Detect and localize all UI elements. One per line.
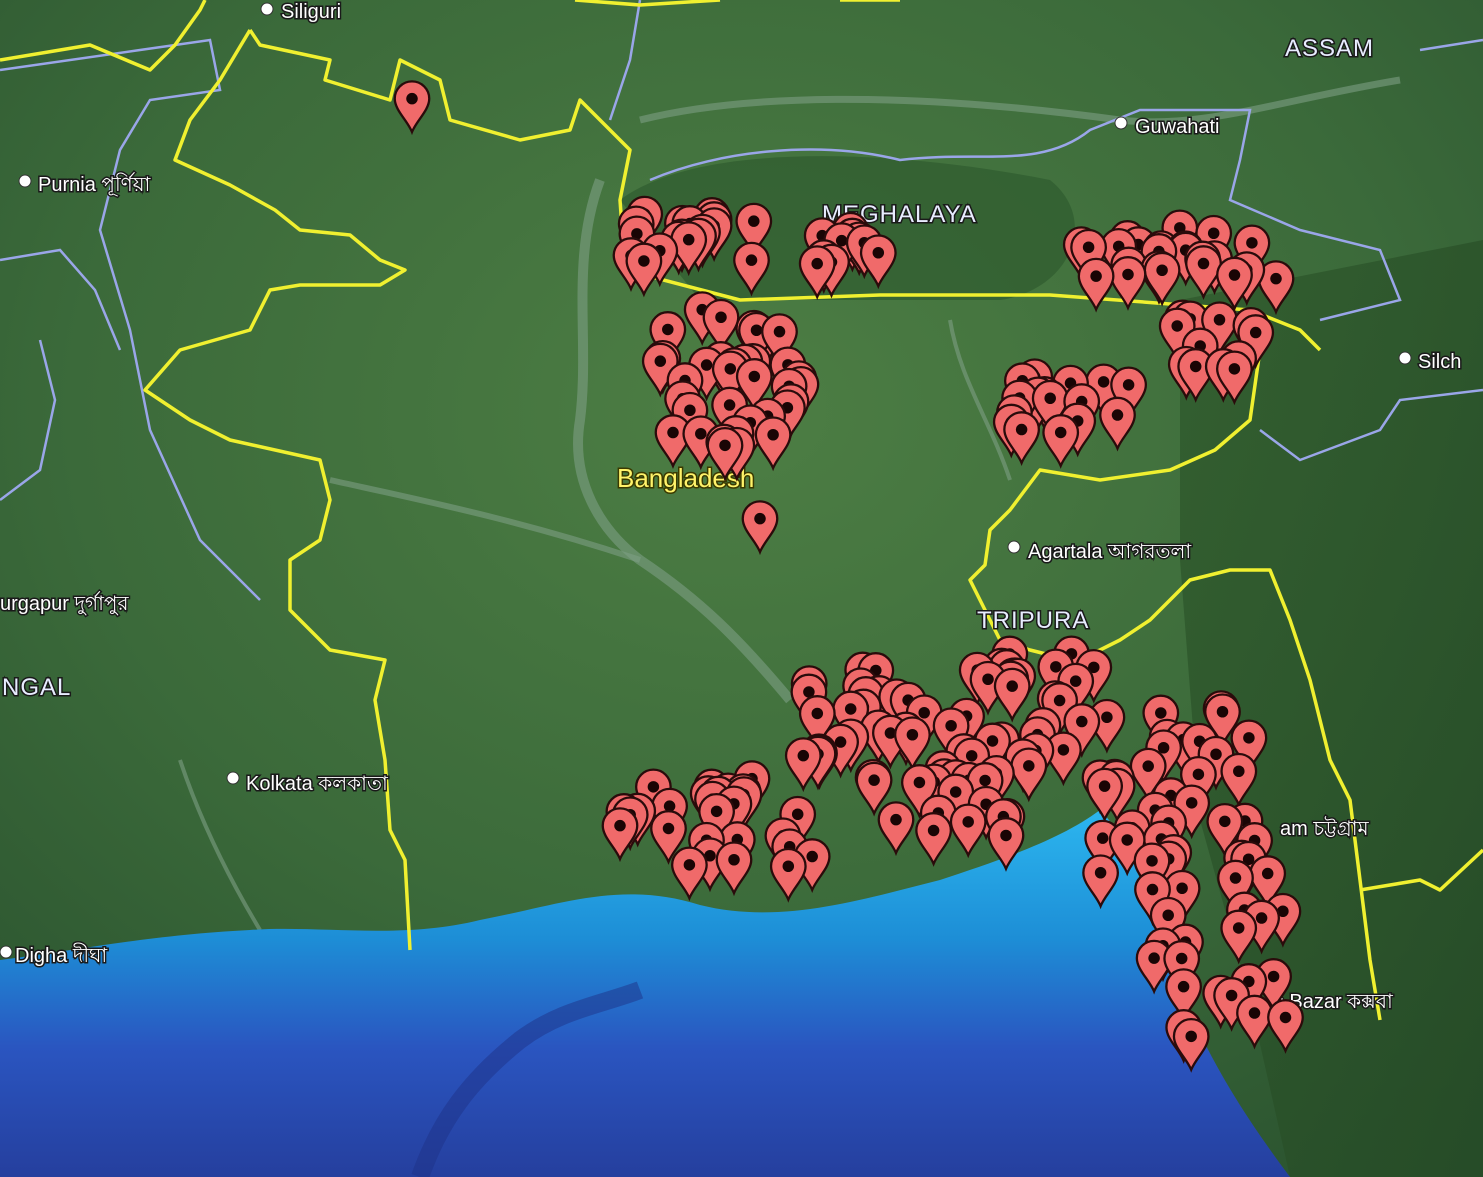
city-label-siliguri: Siliguri [281,1,341,23]
city-label-kolkata: Kolkata কলকাতা [246,773,389,795]
city-label-digha: Digha দীঘা [15,943,108,967]
city-label-agartala: Agartala আগরতলা [1028,541,1192,563]
city-label-purnia: Purnia পূর্ণিয়া [38,172,152,196]
city-label-chittagong: am চট্টগ্রাম [1280,816,1370,840]
map-view[interactable]: ASSAM MEGHALAYA TRIPURA NGAL Bangladesh … [0,0,1483,1177]
satellite-map[interactable]: ASSAM MEGHALAYA TRIPURA NGAL Bangladesh … [0,0,1483,1177]
city-label-guwahati: Guwahati [1135,116,1220,138]
region-label-assam: ASSAM [1285,35,1374,62]
city-label-durgapur: urgapur দুর্গাপুর [0,591,129,615]
region-label-bengal: NGAL [2,674,71,701]
city-label-silchar: Silch [1418,351,1461,373]
region-label-tripura: TRIPURA [977,607,1089,634]
